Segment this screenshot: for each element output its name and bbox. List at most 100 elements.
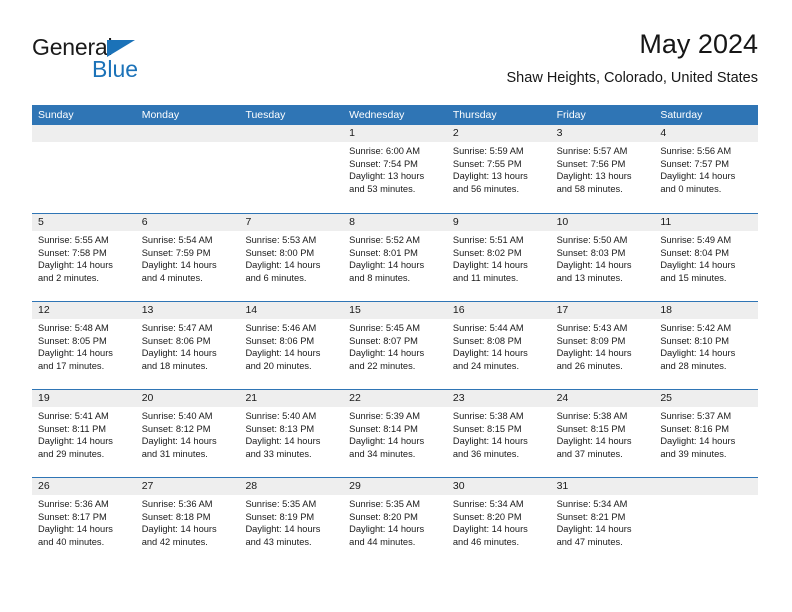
day-cell[interactable]: 26 Sunrise: 5:36 AM Sunset: 8:17 PM Dayligh… [32, 478, 136, 565]
day-cell[interactable]: 5 Sunrise: 5:55 AM Sunset: 7:58 PM Daylight… [32, 214, 136, 301]
day-number: 29 [343, 478, 447, 495]
day-cell[interactable]: 8 Sunrise: 5:52 AM Sunset: 8:01 PM Daylight… [343, 214, 447, 301]
daylight-text: and 0 minutes. [660, 183, 722, 194]
day-cell[interactable]: 6 Sunrise: 5:54 AM Sunset: 7:59 PM Daylight… [135, 214, 240, 301]
day-cell[interactable]: 9 Sunrise: 5:51 AM Sunset: 8:02 PM Daylight… [446, 214, 551, 301]
day-cell[interactable]: 3 Sunrise: 5:57 AM Sunset: 7:56 PM Daylight… [550, 125, 655, 213]
day-number: 3 [550, 125, 655, 142]
sunrise-text: Sunrise: 5:40 AM [141, 411, 213, 421]
day-number: 13 [135, 302, 240, 319]
calendar-week-row: 26 Sunrise: 5:36 AM Sunset: 8:17 PM Dayligh… [32, 477, 759, 565]
day-cell[interactable]: 27 Sunrise: 5:36 AM Sunset: 8:18 PM Dayligh… [135, 478, 240, 565]
day-details: Sunrise: 5:35 AM Sunset: 8:19 PM Daylight:… [239, 495, 343, 548]
sunset-text: Sunset: 8:10 PM [660, 335, 730, 346]
daylight-text: and 26 minutes. [556, 360, 623, 371]
day-cell[interactable]: 18 Sunrise: 5:42 AM Sunset: 8:10 PM Dayligh… [654, 302, 759, 389]
daylight-text: Daylight: 14 hours [452, 436, 528, 447]
daylight-text: and 56 minutes. [452, 183, 520, 194]
day-cell[interactable]: 11 Sunrise: 5:49 AM Sunset: 8:04 PM Dayligh… [654, 214, 759, 301]
sunrise-text: Sunrise: 6:00 AM [349, 146, 420, 156]
daylight-text: and 22 minutes. [349, 360, 416, 371]
day-details: Sunrise: 5:47 AM Sunset: 8:06 PM Daylight:… [136, 319, 240, 372]
day-number [239, 125, 344, 142]
day-cell[interactable]: 4 Sunrise: 5:56 AM Sunset: 7:57 PM Daylight… [654, 125, 759, 213]
day-cell[interactable]: 17 Sunrise: 5:43 AM Sunset: 8:09 PM Dayligh… [550, 302, 655, 389]
day-cell[interactable]: 30 Sunrise: 5:34 AM Sunset: 8:20 PM Dayligh… [446, 478, 551, 565]
day-cell[interactable]: 31 Sunrise: 5:34 AM Sunset: 8:21 PM Dayligh… [550, 478, 655, 565]
sunrise-text: Sunrise: 5:39 AM [349, 411, 420, 421]
day-cell-empty [239, 125, 344, 213]
day-details: Sunrise: 5:56 AM Sunset: 7:57 PM Daylight:… [654, 142, 758, 195]
daylight-text: and 4 minutes. [141, 272, 203, 283]
day-cell[interactable]: 2 Sunrise: 5:59 AM Sunset: 7:55 PM Daylight… [446, 125, 551, 213]
sunset-text: Sunset: 8:05 PM [38, 335, 107, 346]
sunset-text: Sunset: 8:16 PM [660, 423, 730, 434]
daylight-text: Daylight: 14 hours [38, 260, 113, 271]
day-cell[interactable]: 23 Sunrise: 5:38 AM Sunset: 8:15 PM Dayligh… [446, 390, 551, 477]
day-cell[interactable]: 15 Sunrise: 5:45 AM Sunset: 8:07 PM Dayligh… [343, 302, 447, 389]
day-cell[interactable]: 12 Sunrise: 5:48 AM Sunset: 8:05 PM Dayligh… [32, 302, 136, 389]
daylight-text: and 33 minutes. [245, 448, 312, 459]
daylight-text: and 36 minutes. [452, 448, 520, 459]
sunset-text: Sunset: 8:07 PM [349, 335, 418, 346]
title-block: May 2024 Shaw Heights, Colorado, United … [506, 29, 758, 87]
calendar-grid: Sunday Monday Tuesday Wednesday Thursday Frid… [32, 105, 759, 565]
day-cell[interactable]: 16 Sunrise: 5:44 AM Sunset: 8:08 PM Dayligh… [446, 302, 551, 389]
day-cell[interactable]: 25 Sunrise: 5:37 AM Sunset: 8:16 PM Dayligh… [654, 390, 759, 477]
day-cell[interactable]: 13 Sunrise: 5:47 AM Sunset: 8:06 PM Dayligh… [135, 302, 240, 389]
calendar-page: General Blue May 2024 Shaw Heights, Colo… [0, 0, 792, 612]
day-cell[interactable]: 7 Sunrise: 5:53 AM Sunset: 8:00 PM Daylight… [239, 214, 344, 301]
calendar-week-row: 12 Sunrise: 5:48 AM Sunset: 8:05 PM Dayligh… [32, 301, 759, 389]
sunrise-text: Sunrise: 5:42 AM [660, 323, 732, 333]
daylight-text: Daylight: 14 hours [38, 436, 113, 447]
day-number: 9 [446, 214, 551, 231]
general-blue-logo[interactable]: General Blue [32, 36, 202, 92]
day-cell[interactable]: 14 Sunrise: 5:46 AM Sunset: 8:06 PM Dayligh… [239, 302, 344, 389]
sunset-text: Sunset: 7:58 PM [38, 247, 107, 258]
day-number [135, 125, 240, 142]
day-number: 1 [343, 125, 447, 142]
daylight-text: Daylight: 14 hours [245, 260, 321, 271]
daylight-text: Daylight: 13 hours [556, 171, 632, 182]
day-cell[interactable]: 28 Sunrise: 5:35 AM Sunset: 8:19 PM Dayligh… [239, 478, 344, 565]
day-details: Sunrise: 5:50 AM Sunset: 8:03 PM Daylight:… [551, 231, 655, 284]
day-cell[interactable]: 1 Sunrise: 6:00 AM Sunset: 7:54 PM Daylight… [343, 125, 447, 213]
day-cell[interactable]: 10 Sunrise: 5:50 AM Sunset: 8:03 PM Dayligh… [550, 214, 655, 301]
daylight-text: and 2 minutes. [38, 272, 99, 283]
sunrise-text: Sunrise: 5:46 AM [245, 323, 317, 333]
daylight-text: and 20 minutes. [245, 360, 312, 371]
daylight-text: Daylight: 14 hours [141, 348, 217, 359]
daylight-text: and 17 minutes. [38, 360, 105, 371]
daylight-text: and 11 minutes. [452, 272, 519, 283]
day-cell[interactable]: 20 Sunrise: 5:40 AM Sunset: 8:12 PM Dayligh… [135, 390, 240, 477]
logo-triangle-icon [107, 40, 135, 57]
day-number: 21 [239, 390, 344, 407]
day-details: Sunrise: 5:57 AM Sunset: 7:56 PM Daylight:… [551, 142, 655, 195]
day-cell[interactable]: 22 Sunrise: 5:39 AM Sunset: 8:14 PM Dayligh… [343, 390, 447, 477]
location-subtitle: Shaw Heights, Colorado, United States [506, 69, 758, 86]
sunrise-text: Sunrise: 5:37 AM [660, 411, 732, 421]
sunset-text: Sunset: 7:54 PM [349, 158, 418, 169]
daylight-text: Daylight: 14 hours [141, 260, 217, 271]
daylight-text: Daylight: 14 hours [245, 348, 321, 359]
day-details: Sunrise: 5:36 AM Sunset: 8:18 PM Daylight:… [136, 495, 240, 548]
sunset-text: Sunset: 8:19 PM [245, 511, 315, 522]
sunset-text: Sunset: 8:01 PM [349, 247, 418, 258]
day-number: 6 [135, 214, 240, 231]
daylight-text: and 42 minutes. [141, 536, 208, 547]
day-cell[interactable]: 24 Sunrise: 5:38 AM Sunset: 8:15 PM Dayligh… [550, 390, 655, 477]
sunset-text: Sunset: 8:14 PM [349, 423, 418, 434]
day-details: Sunrise: 5:59 AM Sunset: 7:55 PM Daylight:… [447, 142, 551, 195]
day-details: Sunrise: 5:39 AM Sunset: 8:14 PM Daylight:… [343, 407, 447, 460]
sunset-text: Sunset: 8:00 PM [245, 247, 315, 258]
day-details: Sunrise: 5:34 AM Sunset: 8:20 PM Daylight:… [447, 495, 551, 548]
day-number: 20 [135, 390, 240, 407]
daylight-text: Daylight: 14 hours [660, 171, 736, 182]
day-cell[interactable]: 19 Sunrise: 5:41 AM Sunset: 8:11 PM Dayligh… [32, 390, 136, 477]
day-number [654, 478, 759, 495]
sunset-text: Sunset: 8:08 PM [452, 335, 522, 346]
day-cell[interactable]: 29 Sunrise: 5:35 AM Sunset: 8:20 PM Dayligh… [343, 478, 447, 565]
sunset-text: Sunset: 8:11 PM [38, 423, 107, 434]
sunset-text: Sunset: 8:20 PM [452, 511, 522, 522]
day-cell[interactable]: 21 Sunrise: 5:40 AM Sunset: 8:13 PM Dayligh… [239, 390, 344, 477]
